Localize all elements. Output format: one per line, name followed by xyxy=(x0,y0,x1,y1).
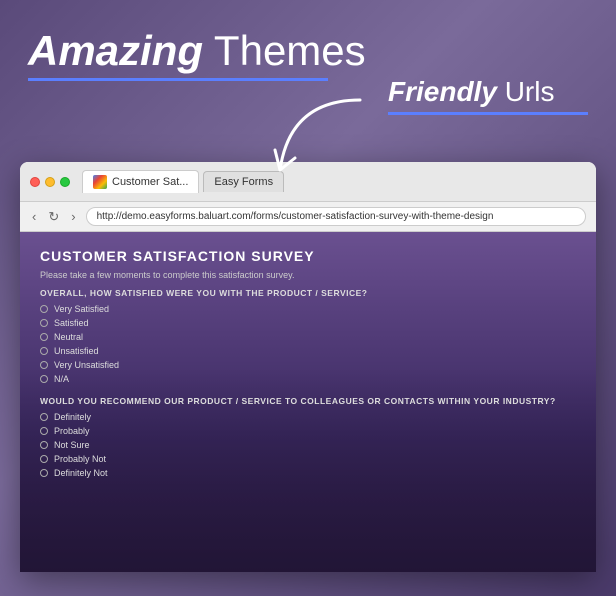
option-unsatisfied: Unsatisfied xyxy=(40,346,576,356)
radio-definitely-not[interactable] xyxy=(40,469,48,477)
title-underline xyxy=(28,78,328,81)
radio-not-sure[interactable] xyxy=(40,441,48,449)
title-bold: Amazing xyxy=(28,27,203,74)
survey-description: Please take a few moments to complete th… xyxy=(40,270,576,280)
label-unsatisfied: Unsatisfied xyxy=(54,346,99,356)
maximize-dot[interactable] xyxy=(60,177,70,187)
friendly-bold: Friendly xyxy=(388,76,497,107)
radio-definitely[interactable] xyxy=(40,413,48,421)
radio-neutral[interactable] xyxy=(40,333,48,341)
option-definitely: Definitely xyxy=(40,412,576,422)
close-dot[interactable] xyxy=(30,177,40,187)
friendly-urls-section: Friendly Urls xyxy=(388,76,588,115)
friendly-light: Urls xyxy=(497,76,555,107)
browser-nav: ‹ ↻ › http://demo.easyforms.baluart.com/… xyxy=(20,202,596,232)
browser-mockup: Customer Sat... Easy Forms ‹ ↻ › http://… xyxy=(20,162,596,572)
form-area: CUSTOMER SATISFACTION SURVEY Please take… xyxy=(20,232,596,572)
friendly-underline xyxy=(388,112,588,115)
radio-unsatisfied[interactable] xyxy=(40,347,48,355)
label-neutral: Neutral xyxy=(54,332,83,342)
radio-probably[interactable] xyxy=(40,427,48,435)
back-button[interactable]: ‹ xyxy=(30,209,38,224)
title-light: Themes xyxy=(203,27,366,74)
question-2-block: WOULD YOU RECOMMEND OUR PRODUCT / SERVIC… xyxy=(40,396,576,478)
form-content: CUSTOMER SATISFACTION SURVEY Please take… xyxy=(40,248,576,478)
label-not-sure: Not Sure xyxy=(54,440,90,450)
question-1-text: OVERALL, HOW SATISFIED WERE YOU WITH THE… xyxy=(40,288,576,298)
option-very-unsatisfied: Very Unsatisfied xyxy=(40,360,576,370)
label-na: N/A xyxy=(54,374,69,384)
minimize-dot[interactable] xyxy=(45,177,55,187)
option-probably: Probably xyxy=(40,426,576,436)
refresh-button[interactable]: ↻ xyxy=(46,209,61,225)
label-very-unsatisfied: Very Unsatisfied xyxy=(54,360,119,370)
survey-title: CUSTOMER SATISFACTION SURVEY xyxy=(40,248,576,264)
browser-tabs: Customer Sat... Easy Forms xyxy=(82,170,284,193)
question-2-text: WOULD YOU RECOMMEND OUR PRODUCT / SERVIC… xyxy=(40,396,576,406)
label-probably: Probably xyxy=(54,426,90,436)
active-tab-label: Customer Sat... xyxy=(112,176,188,188)
option-very-satisfied: Very Satisfied xyxy=(40,304,576,314)
url-bar[interactable]: http://demo.easyforms.baluart.com/forms/… xyxy=(86,207,586,226)
radio-very-satisfied[interactable] xyxy=(40,305,48,313)
forward-button[interactable]: › xyxy=(69,209,77,224)
main-title: Amazing Themes xyxy=(28,28,588,74)
radio-very-unsatisfied[interactable] xyxy=(40,361,48,369)
option-na: N/A xyxy=(40,374,576,384)
arrow-icon xyxy=(260,90,390,190)
label-definitely-not: Definitely Not xyxy=(54,468,108,478)
option-definitely-not: Definitely Not xyxy=(40,468,576,478)
label-satisfied: Satisfied xyxy=(54,318,89,328)
main-content: Amazing Themes Friendly Urls xyxy=(0,0,616,101)
label-very-satisfied: Very Satisfied xyxy=(54,304,109,314)
tab-favicon xyxy=(93,175,107,189)
header-section: Amazing Themes xyxy=(28,28,588,81)
label-definitely: Definitely xyxy=(54,412,91,422)
option-satisfied: Satisfied xyxy=(40,318,576,328)
radio-na[interactable] xyxy=(40,375,48,383)
option-probably-not: Probably Not xyxy=(40,454,576,464)
label-probably-not: Probably Not xyxy=(54,454,106,464)
friendly-urls-text: Friendly Urls xyxy=(388,76,588,108)
radio-probably-not[interactable] xyxy=(40,455,48,463)
question-1-block: OVERALL, HOW SATISFIED WERE YOU WITH THE… xyxy=(40,288,576,384)
radio-satisfied[interactable] xyxy=(40,319,48,327)
window-controls xyxy=(30,177,70,187)
option-not-sure: Not Sure xyxy=(40,440,576,450)
option-neutral: Neutral xyxy=(40,332,576,342)
active-tab[interactable]: Customer Sat... xyxy=(82,170,199,193)
